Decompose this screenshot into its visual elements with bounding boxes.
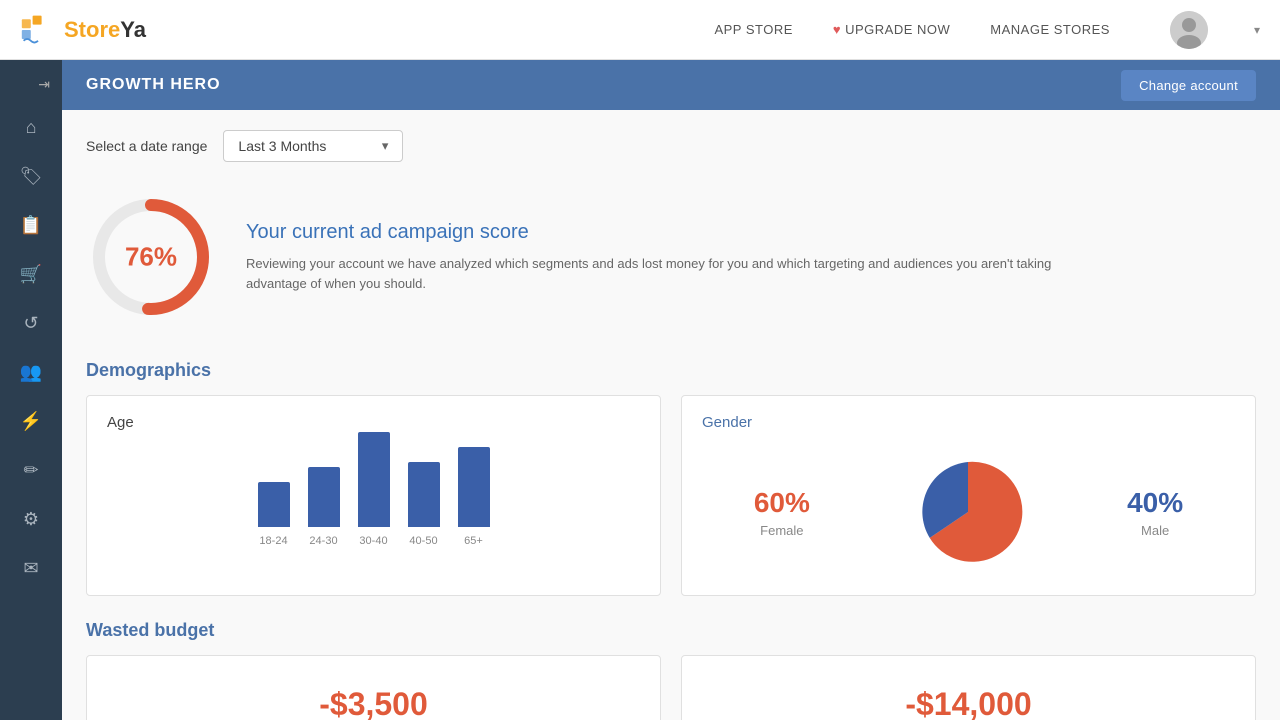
- bar-24-30: [308, 467, 340, 527]
- gender-chart-title: Gender: [702, 414, 1235, 431]
- manage-stores-link[interactable]: MANAGE STORES: [990, 22, 1110, 37]
- wasted-row: -$3,500 Wasted in the last 3 months -$14…: [86, 655, 1256, 720]
- change-account-button[interactable]: Change account: [1121, 70, 1256, 101]
- scroll-content: Select a date range Last 3 Months ▾ 76%: [62, 110, 1280, 720]
- male-label: Male: [1127, 523, 1183, 538]
- sidebar-item-reports[interactable]: 📋: [0, 201, 62, 250]
- bar-group-40-50: 40-50: [408, 462, 440, 547]
- navbar: StoreYa APP STORE ♥UPGRADE NOW MANAGE ST…: [0, 0, 1280, 60]
- bar-label-18-24: 18-24: [259, 535, 287, 547]
- wasted-card-12months: -$14,000 Wasted in the last 12 months: [681, 655, 1256, 720]
- sidebar-item-settings[interactable]: ⚙: [0, 495, 62, 544]
- sidebar-item-home[interactable]: ⌂: [0, 103, 62, 152]
- sidebar: ⇥ ⌂ 🏷 📋 🛒 ↺ 👥 ⚡ ✏ ⚙ ✉: [0, 60, 62, 720]
- bar-group-65plus: 65+: [458, 447, 490, 547]
- store-icon: 🛒: [20, 264, 42, 285]
- score-headline: Your current ad campaign score: [246, 221, 1106, 244]
- logo-icon: [20, 12, 56, 48]
- age-bar-chart: 18-24 24-30 30-40 40-50: [107, 447, 640, 547]
- navbar-links: APP STORE ♥UPGRADE NOW MANAGE STORES ▾: [714, 11, 1260, 49]
- bar-18-24: [258, 482, 290, 527]
- male-percentage: 40%: [1127, 487, 1183, 519]
- sidebar-item-boost[interactable]: ⚡: [0, 397, 62, 446]
- date-range-select[interactable]: Last 3 Months ▾: [223, 130, 403, 162]
- bar-40-50: [408, 462, 440, 527]
- gender-chart: 60% Female 40% Mal: [702, 447, 1235, 577]
- reports-icon: 📋: [20, 215, 42, 236]
- score-info: Your current ad campaign score Reviewing…: [246, 221, 1106, 293]
- avatar-icon: [1170, 11, 1208, 49]
- score-circle: 76%: [86, 192, 216, 322]
- boost-icon: ⚡: [20, 411, 42, 432]
- bar-65plus: [458, 447, 490, 527]
- home-icon: ⌂: [26, 117, 37, 138]
- score-section: 76% Your current ad campaign score Revie…: [86, 182, 1256, 332]
- settings-icon: ⚙: [23, 509, 39, 530]
- upgrade-link[interactable]: ♥UPGRADE NOW: [833, 22, 950, 37]
- page-header: GROWTH HERO Change account: [62, 60, 1280, 110]
- users-icon: 👥: [20, 362, 42, 383]
- toggle-icon: ⇥: [38, 76, 50, 93]
- date-range-label: Select a date range: [86, 138, 207, 154]
- logo: StoreYa: [20, 12, 146, 48]
- female-label: Female: [754, 523, 810, 538]
- score-value: 76%: [125, 242, 177, 273]
- sidebar-item-edit[interactable]: ✏: [0, 446, 62, 495]
- sidebar-item-users[interactable]: 👥: [0, 348, 62, 397]
- tags-icon: 🏷: [20, 166, 43, 187]
- female-percentage: 60%: [754, 487, 810, 519]
- sidebar-item-mail[interactable]: ✉: [0, 544, 62, 593]
- charts-row: Age 18-24 24-30 30-40: [86, 395, 1256, 596]
- chevron-down-icon: ▾: [382, 138, 389, 154]
- gender-chart-card: Gender 60% Female: [681, 395, 1256, 596]
- content-area: GROWTH HERO Change account Select a date…: [62, 60, 1280, 720]
- age-chart-title: Age: [107, 414, 640, 431]
- sidebar-toggle[interactable]: ⇥: [0, 70, 62, 103]
- date-range-row: Select a date range Last 3 Months ▾: [86, 130, 1256, 162]
- heart-icon: ♥: [833, 22, 841, 37]
- wasted-amount-12months: -$14,000: [702, 686, 1235, 720]
- app-store-link[interactable]: APP STORE: [714, 22, 792, 37]
- demographics-title: Demographics: [86, 360, 1256, 381]
- bar-label-24-30: 24-30: [309, 535, 337, 547]
- bar-label-30-40: 30-40: [359, 535, 387, 547]
- sidebar-item-store[interactable]: 🛒: [0, 250, 62, 299]
- main-layout: ⇥ ⌂ 🏷 📋 🛒 ↺ 👥 ⚡ ✏ ⚙ ✉: [0, 60, 1280, 720]
- navbar-chevron-icon[interactable]: ▾: [1254, 23, 1260, 37]
- date-range-value: Last 3 Months: [238, 138, 341, 154]
- score-description: Reviewing your account we have analyzed …: [246, 254, 1106, 293]
- edit-icon: ✏: [23, 460, 38, 481]
- bar-30-40: [358, 432, 390, 527]
- wasted-amount-3months: -$3,500: [107, 686, 640, 720]
- avatar[interactable]: [1170, 11, 1208, 49]
- age-chart-card: Age 18-24 24-30 30-40: [86, 395, 661, 596]
- male-stat: 40% Male: [1127, 487, 1183, 538]
- bar-group-18-24: 18-24: [258, 482, 290, 547]
- sidebar-item-tags[interactable]: 🏷: [0, 152, 62, 201]
- bar-label-40-50: 40-50: [409, 535, 437, 547]
- bar-group-30-40: 30-40: [358, 432, 390, 547]
- wasted-card-3months: -$3,500 Wasted in the last 3 months: [86, 655, 661, 720]
- bar-group-24-30: 24-30: [308, 467, 340, 547]
- sidebar-item-history[interactable]: ↺: [0, 299, 62, 348]
- history-icon: ↺: [23, 313, 38, 334]
- logo-text: StoreYa: [64, 17, 146, 43]
- gender-pie-chart: [913, 457, 1023, 567]
- female-stat: 60% Female: [754, 487, 810, 538]
- bar-label-65plus: 65+: [464, 535, 483, 547]
- wasted-budget-title: Wasted budget: [86, 620, 1256, 641]
- page-title: GROWTH HERO: [86, 76, 221, 94]
- mail-icon: ✉: [23, 558, 38, 579]
